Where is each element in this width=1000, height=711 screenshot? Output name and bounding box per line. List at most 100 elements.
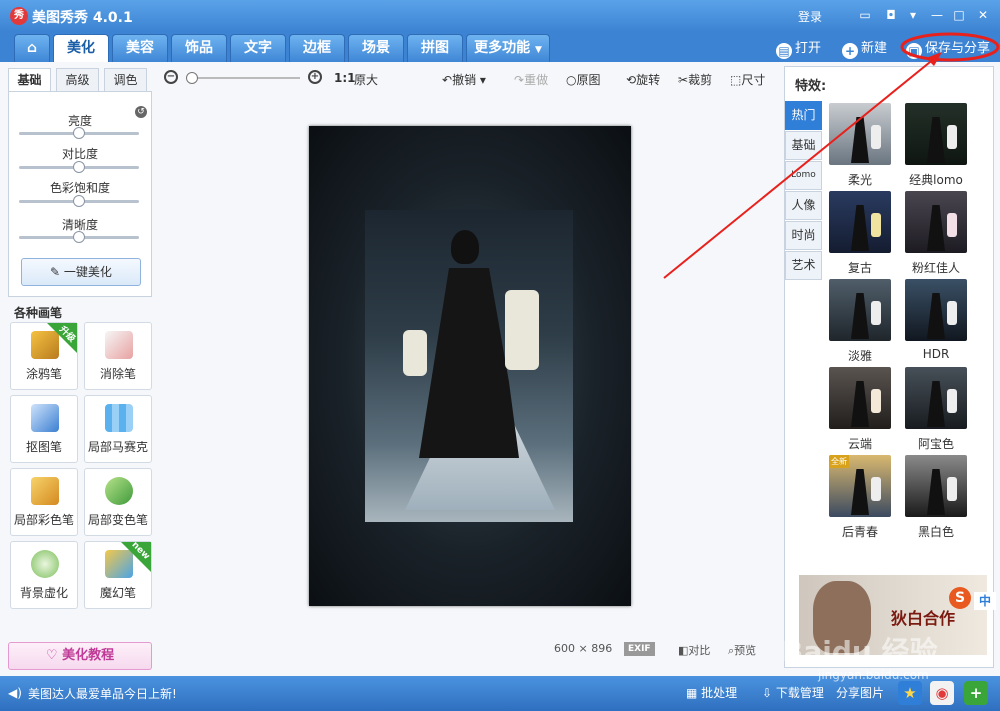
tool-local-mosaic[interactable]: 局部马赛克: [84, 395, 152, 463]
new-button[interactable]: + 新建: [842, 37, 887, 59]
photo[interactable]: [365, 210, 573, 522]
thumb-figure: [851, 293, 869, 339]
new-label: 新建: [861, 41, 888, 56]
original-size-button[interactable]: 原大: [354, 71, 378, 88]
photo-figure-sleeve-left: [403, 330, 427, 376]
effects-title: 特效:: [795, 79, 827, 94]
effect-thumb[interactable]: [905, 191, 967, 253]
tab-more[interactable]: 更多功能 ▼: [466, 34, 550, 62]
tab-collage[interactable]: 拼图: [407, 34, 463, 62]
open-label: 打开: [795, 41, 822, 56]
tool-eraser-pen[interactable]: 消除笔: [84, 322, 152, 390]
status-message[interactable]: 美图达人最爱单品今日上新!: [28, 685, 177, 702]
thumb-figure: [927, 469, 945, 515]
maximize-icon[interactable]: □: [950, 6, 968, 24]
minimize-icon[interactable]: —: [928, 6, 946, 24]
exif-button[interactable]: EXIF: [624, 642, 655, 656]
home-tab[interactable]: ⌂: [14, 34, 50, 62]
effect-thumb[interactable]: [905, 103, 967, 165]
contrast-knob[interactable]: [73, 161, 85, 173]
resize-label: 尺寸: [741, 73, 766, 87]
tool-background-blur[interactable]: 背景虚化: [10, 541, 78, 609]
close-icon[interactable]: ✕: [974, 6, 992, 24]
skin-icon[interactable]: ◘: [882, 6, 900, 24]
resize-button[interactable]: ⬚尺寸: [730, 71, 765, 88]
crop-button[interactable]: ✂裁剪: [678, 71, 712, 88]
rotate-button[interactable]: ⟲旋转: [626, 71, 660, 88]
menu-icon[interactable]: ▾: [904, 6, 922, 24]
share-image-button[interactable]: 分享图片: [836, 684, 884, 701]
contrast-slider[interactable]: [19, 161, 139, 173]
sharpness-knob[interactable]: [73, 231, 85, 243]
brightness-knob[interactable]: [73, 127, 85, 139]
subtab-color[interactable]: 调色: [104, 68, 147, 92]
tool-local-color-pen[interactable]: 局部彩色笔: [10, 468, 78, 536]
tool-cutout-pen[interactable]: 抠图笔: [10, 395, 78, 463]
tab-accessories[interactable]: 饰品: [171, 34, 227, 62]
left-panel: 基础 高级 调色 ↺ 亮度 对比度 色彩饱和度 清晰度 ✎ 一键美化 各种画笔 …: [8, 64, 152, 670]
effect-thumb[interactable]: [905, 455, 967, 517]
weibo-icon[interactable]: ◉: [930, 681, 954, 705]
effect-thumb[interactable]: 全新: [829, 455, 891, 517]
tool-label: 魔幻笔: [99, 586, 136, 600]
compare-button[interactable]: ◧对比: [678, 642, 710, 658]
preview-button[interactable]: ⌕预览: [728, 642, 756, 658]
open-button[interactable]: ▤ 打开: [776, 37, 821, 59]
add-icon[interactable]: +: [964, 681, 988, 705]
effect-thumb[interactable]: [829, 103, 891, 165]
one-key-beautify-button[interactable]: ✎ 一键美化: [21, 258, 141, 286]
app-logo-icon: 秀: [10, 7, 28, 25]
vtab-lomo[interactable]: Lomo: [785, 161, 822, 190]
thumb-figure: [927, 293, 945, 339]
vtab-portrait[interactable]: 人像: [785, 191, 822, 220]
effect-thumb[interactable]: [829, 279, 891, 341]
title-bar: 秀 美图秀秀 4.0.1 登录 ▭ ◘ ▾ — □ ✕: [0, 0, 1000, 32]
vtab-fashion[interactable]: 时尚: [785, 221, 822, 250]
ratio-button[interactable]: 1:1: [334, 71, 356, 85]
subtab-basic[interactable]: 基础: [8, 68, 51, 92]
zoom-out-icon[interactable]: −: [164, 70, 178, 84]
batch-button[interactable]: ▦ 批处理: [686, 684, 737, 701]
new-effect-badge: 全新: [829, 455, 849, 468]
zoom-in-icon[interactable]: +: [308, 70, 322, 84]
saturation-knob[interactable]: [73, 195, 85, 207]
image-dimensions: 600 × 896: [554, 642, 612, 655]
tab-frame[interactable]: 边框: [289, 34, 345, 62]
effect-thumb[interactable]: [905, 279, 967, 341]
zoom-slider[interactable]: [186, 72, 300, 84]
zoom-knob[interactable]: [186, 72, 198, 84]
tool-magic-pen[interactable]: new 魔幻笔: [84, 540, 152, 609]
effect-thumb[interactable]: [905, 367, 967, 429]
thumb-sleeve: [871, 389, 881, 413]
sharpness-slider[interactable]: [19, 231, 139, 243]
redo-button[interactable]: ↷重做: [514, 71, 548, 88]
subtab-advanced[interactable]: 高级: [56, 68, 99, 92]
original-image-button[interactable]: ○原图: [566, 71, 601, 88]
tab-face[interactable]: 美容: [112, 34, 168, 62]
tool-local-recolor-pen[interactable]: 局部变色笔: [84, 468, 152, 536]
download-manager-button[interactable]: ⇩ 下载管理: [762, 684, 824, 701]
blur-icon: [31, 550, 59, 578]
undo-button[interactable]: ↶撤销 ▾: [442, 71, 486, 88]
effect-thumb[interactable]: [829, 191, 891, 253]
vtab-hot[interactable]: 热门: [785, 101, 822, 130]
message-icon[interactable]: ▭: [856, 6, 874, 24]
tool-doodle-pen[interactable]: 升级 涂鸦笔: [10, 322, 78, 390]
save-share-button[interactable]: ▣ 保存与分享: [906, 37, 990, 59]
tutorial-button[interactable]: ♡ 美化教程: [8, 642, 152, 670]
ime-indicator[interactable]: 中: [974, 592, 996, 610]
paint-bucket-icon: [105, 477, 133, 505]
star-icon[interactable]: ★: [898, 681, 922, 705]
login-link[interactable]: 登录: [798, 8, 822, 25]
effect-label: 阿宝色: [917, 437, 954, 451]
vtab-art[interactable]: 艺术: [785, 251, 822, 280]
watermark: Baidu 经验: [782, 635, 938, 668]
effect-label: 粉红佳人: [911, 261, 960, 275]
vtab-basic[interactable]: 基础: [785, 131, 822, 160]
tab-scene[interactable]: 场景: [348, 34, 404, 62]
effect-thumb[interactable]: [829, 367, 891, 429]
tab-beautify[interactable]: 美化: [53, 34, 109, 62]
tab-text[interactable]: 文字: [230, 34, 286, 62]
saturation-slider[interactable]: [19, 195, 139, 207]
brightness-slider[interactable]: [19, 127, 139, 139]
